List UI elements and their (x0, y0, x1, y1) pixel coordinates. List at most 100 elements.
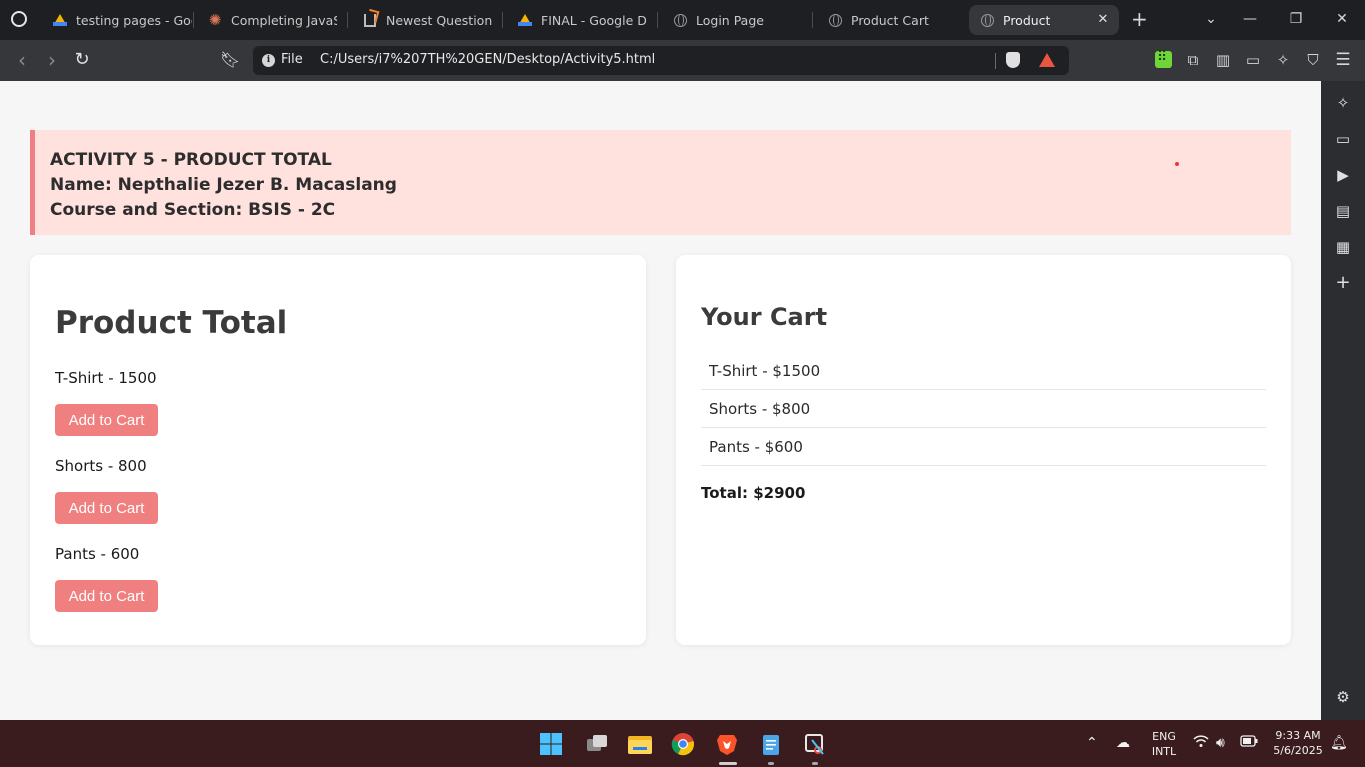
restore-icon[interactable]: ❐ (1285, 8, 1307, 30)
url-text[interactable]: C:/Users/i7%207TH%20GEN/Desktop/Activity… (320, 52, 655, 67)
tab-final-google-drive[interactable]: FINAL - Google Driv (507, 5, 647, 35)
page-viewport: ACTIVITY 5 - PRODUCT TOTAL Name: Nepthal… (0, 81, 1321, 720)
tab-search-chevron-icon[interactable]: ⌄ (1200, 8, 1222, 30)
tab-completing-javascript[interactable]: ✺ Completing JavaScr (197, 5, 337, 35)
clock-date: 5/6/2025 (1273, 744, 1323, 757)
stackoverflow-icon (362, 12, 378, 28)
tab-product[interactable]: Product ✕ (969, 5, 1119, 35)
tab-bar: testing pages - Goo ✺ Completing JavaScr… (0, 0, 1365, 40)
product-total-title: Product Total (55, 305, 288, 341)
activity-title: ACTIVITY 5 - PRODUCT TOTAL (50, 150, 332, 170)
url-scheme-label: File (281, 52, 303, 67)
tab-label: testing pages - Goo (76, 12, 192, 28)
windows-taskbar: ⌃ ☁ ENG INTL 🔊︎ 9:33 AM 5/6/2025 🔔︎ (0, 720, 1365, 767)
wallet-sidebar-icon[interactable]: ▭ (1333, 129, 1353, 149)
bookmark-icon[interactable]: 🔖︎ (218, 48, 242, 72)
product-item-tshirt: T-Shirt - 1500 Add to Cart (55, 368, 158, 436)
reload-icon[interactable]: ↻ (70, 48, 94, 72)
url-divider (995, 53, 996, 69)
sidebar-settings-icon[interactable]: ⚙ (1333, 687, 1353, 707)
onedrive-cloud-icon[interactable]: ☁ (1116, 734, 1130, 752)
close-window-icon[interactable]: ✕ (1331, 8, 1353, 30)
address-bar[interactable]: i File C:/Users/i7%207TH%20GEN/Desktop/A… (253, 46, 1069, 75)
tab-testing-pages[interactable]: testing pages - Goo (42, 5, 192, 35)
app-running-indicator (812, 762, 818, 765)
student-name: Name: Nepthalie Jezer B. Macaslang (50, 175, 397, 195)
bookmarks-sidebar-icon[interactable]: ▤ (1333, 201, 1353, 221)
tab-separator (502, 12, 503, 28)
tab-separator (657, 12, 658, 28)
keyboard-layout: INTL (1151, 745, 1177, 758)
chrome-icon[interactable] (671, 732, 695, 756)
new-tab-icon[interactable]: + (1131, 9, 1148, 29)
menu-icon[interactable]: ☰ (1333, 50, 1353, 70)
extensions-puzzle-icon[interactable]: ⧉ (1183, 50, 1203, 70)
tab-label: Product (1003, 12, 1051, 28)
wallet-icon[interactable]: ▭ (1243, 50, 1263, 70)
globe-icon (672, 12, 688, 28)
globe-icon (827, 12, 843, 28)
cart-list: T-Shirt - $1500 Shorts - $800 Pants - $6… (701, 352, 1266, 466)
clock[interactable]: 9:33 AM 5/6/2025 (1268, 728, 1328, 758)
vpn-shield-icon[interactable]: ⛉ (1303, 50, 1323, 70)
browser-sidebar: ✧ ▭ ▶ ▤ ▦ + ⚙ (1321, 81, 1365, 720)
product-label: Shorts - 800 (55, 457, 147, 475)
extension-icon[interactable] (1155, 49, 1172, 68)
add-shorts-to-cart-button[interactable]: Add to Cart (55, 492, 158, 524)
leo-ai-icon[interactable]: ✧ (1273, 50, 1293, 70)
tab-label: Completing JavaScr (231, 12, 337, 28)
forward-icon[interactable]: › (40, 48, 64, 72)
product-item-pants: Pants - 600 Add to Cart (55, 544, 158, 612)
tab-separator (812, 12, 813, 28)
claude-icon: ✺ (208, 11, 222, 29)
close-tab-icon[interactable]: ✕ (1095, 12, 1111, 28)
tab-label: FINAL - Google Driv (541, 12, 647, 28)
cursor-dot (1175, 162, 1179, 166)
tab-label: Product Cart (851, 12, 929, 28)
wifi-icon[interactable] (1193, 734, 1209, 753)
course-section: Course and Section: BSIS - 2C (50, 200, 336, 220)
battery-icon[interactable] (1240, 734, 1258, 752)
add-tshirt-to-cart-button[interactable]: Add to Cart (55, 404, 158, 436)
google-drive-icon (517, 12, 533, 28)
notification-bell-icon[interactable]: 🔔︎ (1330, 734, 1348, 752)
product-label: T-Shirt - 1500 (55, 369, 157, 387)
tab-label: Newest Questions - (386, 12, 492, 28)
playlist-icon[interactable]: ▶ (1333, 165, 1353, 185)
back-icon[interactable]: ‹ (10, 48, 34, 72)
sidebar-toggle-icon[interactable]: ▥ (1213, 50, 1233, 70)
volume-icon[interactable]: 🔊︎ (1216, 734, 1225, 752)
language-indicator[interactable]: ENG INTL (1146, 729, 1182, 759)
tab-separator (193, 12, 194, 28)
tab-separator (347, 12, 348, 28)
brave-shields-icon[interactable] (1006, 52, 1020, 68)
add-pants-to-cart-button[interactable]: Add to Cart (55, 580, 158, 612)
cart-title: Your Cart (701, 303, 828, 331)
cart-total: Total: $2900 (701, 484, 806, 502)
browser-menu-icon[interactable] (6, 6, 32, 32)
activity-header: ACTIVITY 5 - PRODUCT TOTAL Name: Nepthal… (30, 130, 1291, 235)
show-hidden-icons-chevron-icon[interactable]: ⌃ (1086, 734, 1098, 752)
file-explorer-icon[interactable] (627, 732, 652, 756)
globe-icon (979, 12, 995, 28)
snipping-tool-icon[interactable] (803, 732, 827, 756)
brave-rewards-icon[interactable] (1039, 53, 1055, 67)
tab-product-cart[interactable]: Product Cart (817, 5, 962, 35)
language-code: ENG (1152, 730, 1176, 743)
windows-start-icon[interactable] (539, 732, 563, 756)
info-icon[interactable]: i (262, 54, 275, 67)
tab-newest-questions[interactable]: Newest Questions - (352, 5, 492, 35)
brave-icon[interactable] (715, 732, 739, 756)
minimize-icon[interactable]: — (1239, 8, 1261, 30)
notepad-icon[interactable] (759, 732, 783, 756)
task-view-icon[interactable] (585, 732, 609, 756)
leo-ai-sidebar-icon[interactable]: ✧ (1333, 93, 1353, 113)
tab-login-page[interactable]: Login Page (662, 5, 807, 35)
reading-list-icon[interactable]: ▦ (1333, 237, 1353, 257)
cart-item: T-Shirt - $1500 (701, 352, 1266, 390)
product-card: Product Total T-Shirt - 1500 Add to Cart… (30, 255, 646, 645)
clock-time: 9:33 AM (1275, 729, 1321, 742)
product-label: Pants - 600 (55, 545, 140, 563)
product-item-shorts: Shorts - 800 Add to Cart (55, 456, 158, 524)
add-sidebar-item-icon[interactable]: + (1333, 273, 1353, 293)
